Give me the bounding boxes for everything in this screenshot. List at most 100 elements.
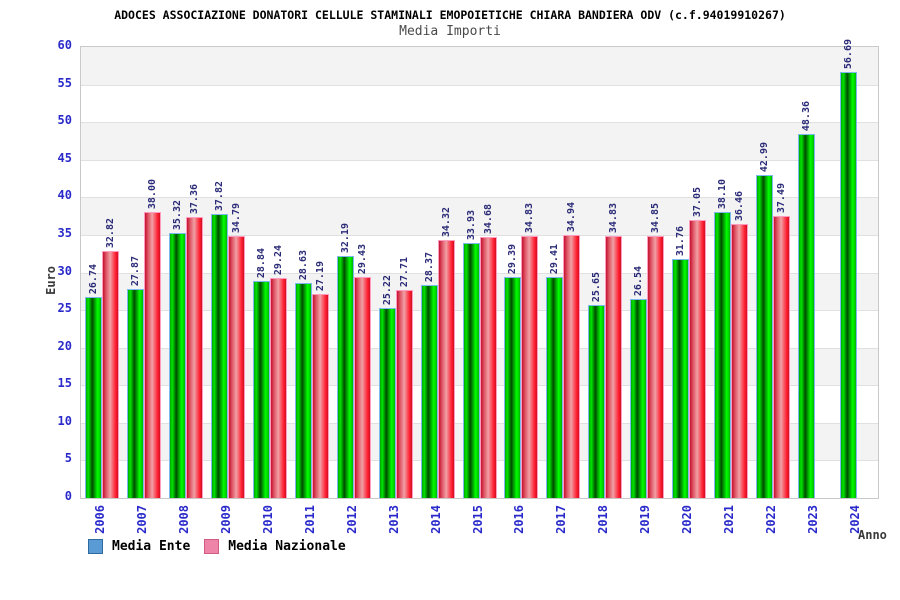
bar-ente-2008 (168, 233, 186, 498)
bar-nazionale-2022 (773, 216, 791, 498)
value-label-ente-2016: 29.39 (507, 243, 519, 274)
y-tick-label: 55 (57, 75, 72, 90)
bar-nazionale-2009 (227, 236, 245, 498)
value-label-nazionale-2016: 34.83 (524, 202, 536, 233)
legend-item-0: Media Ente (88, 539, 190, 554)
value-label-nazionale-2013: 27.71 (398, 256, 410, 287)
legend-item-1: Media Nazionale (204, 539, 346, 554)
value-label-nazionale-2006: 32.82 (104, 217, 116, 248)
value-label-nazionale-2020: 37.05 (692, 186, 704, 217)
bar-ente-2009 (210, 214, 228, 498)
x-tick-label-2007: 2007 (134, 505, 149, 534)
bar-nazionale-2011 (311, 294, 329, 498)
x-tick-label-2018: 2018 (596, 505, 611, 534)
value-label-ente-2013: 25.22 (381, 274, 393, 305)
x-tick-label-2011: 2011 (302, 505, 317, 534)
value-label-ente-2006: 26.74 (87, 263, 99, 294)
bar-nazionale-2006 (101, 251, 119, 498)
value-label-ente-2012: 32.19 (339, 222, 351, 253)
bar-ente-2011 (294, 283, 312, 498)
bar-nazionale-2017 (563, 235, 581, 498)
value-label-nazionale-2007: 38.00 (146, 178, 158, 209)
y-tick-label: 50 (57, 113, 72, 128)
value-label-ente-2014: 28.37 (423, 251, 435, 282)
bar-nazionale-2019 (647, 236, 665, 498)
y-tick-label: 30 (57, 263, 72, 278)
value-label-ente-2024: 56.69 (843, 38, 855, 69)
value-label-nazionale-2018: 34.83 (608, 202, 620, 233)
bar-ente-2014 (420, 285, 438, 498)
x-axis-title: Anno (858, 528, 887, 542)
x-tick-label-2016: 2016 (512, 505, 527, 534)
bar-nazionale-2010 (269, 278, 287, 498)
bar-nazionale-2020 (689, 220, 707, 498)
y-tick-label: 0 (64, 489, 72, 503)
y-tick-label: 45 (57, 150, 72, 165)
bar-ente-2017 (546, 277, 564, 498)
x-tick-label-2013: 2013 (386, 505, 401, 534)
value-label-nazionale-2010: 29.24 (272, 244, 284, 275)
bar-chart: ADOCES ASSOCIAZIONE DONATORI CELLULE STA… (0, 0, 900, 600)
x-tick-label-2021: 2021 (722, 505, 737, 534)
value-label-ente-2015: 33.93 (465, 209, 477, 240)
y-tick-label: 40 (57, 188, 72, 203)
value-label-ente-2020: 31.76 (675, 225, 687, 256)
bar-ente-2019 (630, 299, 648, 498)
y-tick-label: 35 (57, 225, 72, 240)
value-label-ente-2021: 38.10 (717, 178, 729, 209)
bar-nazionale-2013 (395, 290, 413, 498)
value-label-ente-2011: 28.63 (297, 249, 309, 280)
value-label-ente-2018: 25.65 (591, 271, 603, 302)
value-label-nazionale-2015: 34.68 (482, 203, 494, 234)
x-tick-label-2009: 2009 (218, 505, 233, 534)
bar-nazionale-2016 (521, 236, 539, 498)
grid-band (81, 47, 878, 85)
plot-area: 26.74 32.82 27.87 38.00 35.32 37.36 37.82 34.79… (80, 39, 879, 499)
x-tick-label-2017: 2017 (554, 505, 569, 534)
bar-ente-2010 (252, 281, 270, 498)
bar-ente-2021 (714, 212, 732, 498)
value-label-ente-2022: 42.99 (759, 141, 771, 172)
bar-nazionale-2015 (479, 237, 497, 498)
value-label-nazionale-2022: 37.49 (776, 182, 788, 213)
value-label-nazionale-2021: 36.46 (734, 190, 746, 221)
bar-ente-2007 (126, 289, 144, 498)
y-tick-label: 10 (57, 413, 72, 428)
bar-nazionale-2021 (731, 224, 749, 498)
legend-swatch-0 (88, 539, 103, 554)
x-tick-label-2008: 2008 (176, 505, 191, 534)
value-label-nazionale-2011: 27.19 (314, 260, 326, 291)
legend-swatch-1 (204, 539, 220, 554)
bar-ente-2024 (840, 72, 858, 498)
x-tick-label-2006: 2006 (92, 505, 107, 534)
value-label-nazionale-2014: 34.32 (440, 206, 452, 237)
value-label-ente-2019: 26.54 (633, 265, 645, 296)
x-tick-label-2014: 2014 (428, 505, 443, 534)
value-label-ente-2008: 35.32 (171, 199, 183, 230)
value-label-ente-2017: 29.41 (549, 243, 561, 274)
x-tick-label-2015: 2015 (470, 505, 485, 534)
bar-nazionale-2014 (437, 240, 455, 498)
value-label-nazionale-2019: 34.85 (650, 202, 662, 233)
x-tick-label-2012: 2012 (344, 505, 359, 534)
x-tick-label-2020: 2020 (680, 505, 695, 534)
bar-ente-2012 (336, 256, 354, 498)
bar-ente-2015 (462, 243, 480, 498)
y-tick-label: 25 (57, 301, 72, 316)
chart-subtitle: Media Importi (399, 24, 501, 39)
chart-title: ADOCES ASSOCIAZIONE DONATORI CELLULE STA… (114, 8, 786, 22)
bar-ente-2013 (378, 308, 396, 498)
value-label-nazionale-2009: 34.79 (230, 202, 242, 233)
x-tick-label-2010: 2010 (260, 505, 275, 534)
x-tick-label-2022: 2022 (764, 505, 779, 534)
bar-nazionale-2018 (605, 236, 623, 498)
bar-ente-2022 (756, 175, 774, 498)
bar-ente-2016 (504, 277, 522, 498)
value-label-nazionale-2012: 29.43 (356, 243, 368, 274)
legend: Media Ente Media Nazionale (88, 539, 346, 554)
legend-label-0: Media Ente (112, 539, 191, 554)
value-label-ente-2007: 27.87 (129, 255, 141, 286)
x-tick-label-2019: 2019 (638, 505, 653, 534)
value-label-ente-2010: 28.84 (255, 247, 267, 278)
y-tick-label: 60 (57, 38, 72, 52)
